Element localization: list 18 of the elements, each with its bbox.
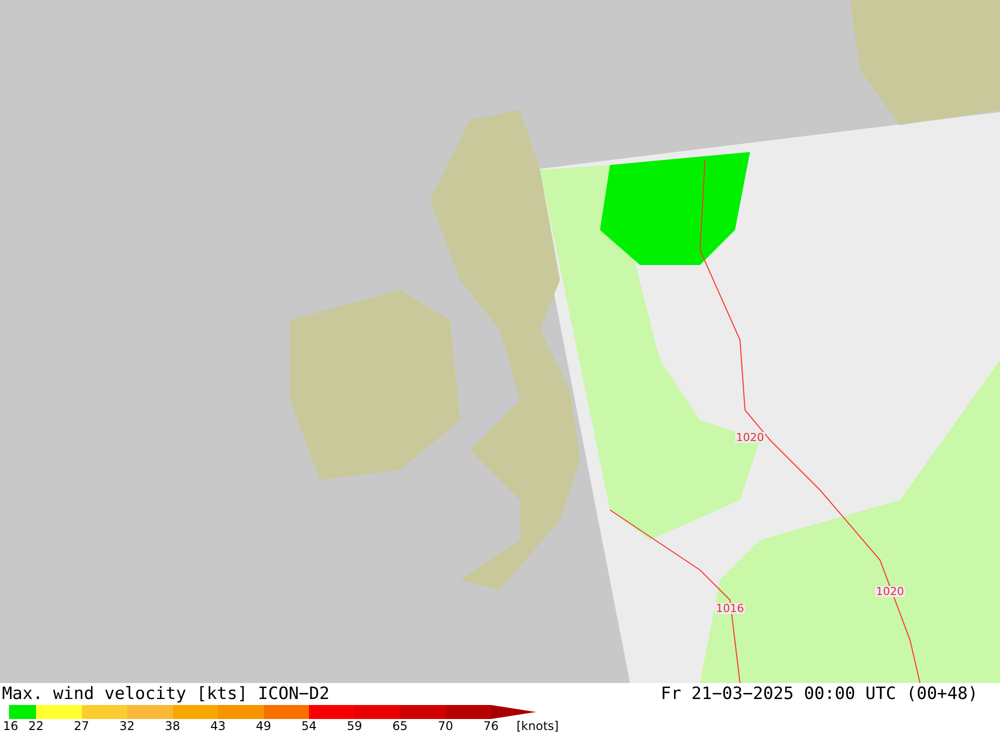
isobar-label: 1020 — [875, 586, 905, 597]
legend-label: 76 — [483, 720, 499, 732]
legend-label: 27 — [74, 720, 90, 732]
unit-label: [knots] — [516, 720, 559, 732]
timestamp: Fr 21−03−2025 00:00 UTC (00+48) — [660, 686, 978, 702]
legend-label: 65 — [392, 720, 408, 732]
legend-label: 38 — [164, 720, 180, 732]
legend-label: 70 — [438, 720, 454, 732]
isobar-label: 1020 — [735, 432, 765, 443]
legend-label: 16 — [3, 720, 18, 732]
legend-label: 54 — [301, 720, 317, 732]
isobar-label: 1016 — [715, 603, 745, 614]
legend-label: 49 — [256, 720, 272, 732]
legend-label: 43 — [210, 720, 226, 732]
legend-label: 59 — [346, 720, 362, 732]
chart-title: Max. wind velocity [kts] ICON−D2 — [2, 686, 330, 702]
legend-label: 32 — [119, 720, 135, 732]
legend-label: 22 — [28, 720, 44, 732]
